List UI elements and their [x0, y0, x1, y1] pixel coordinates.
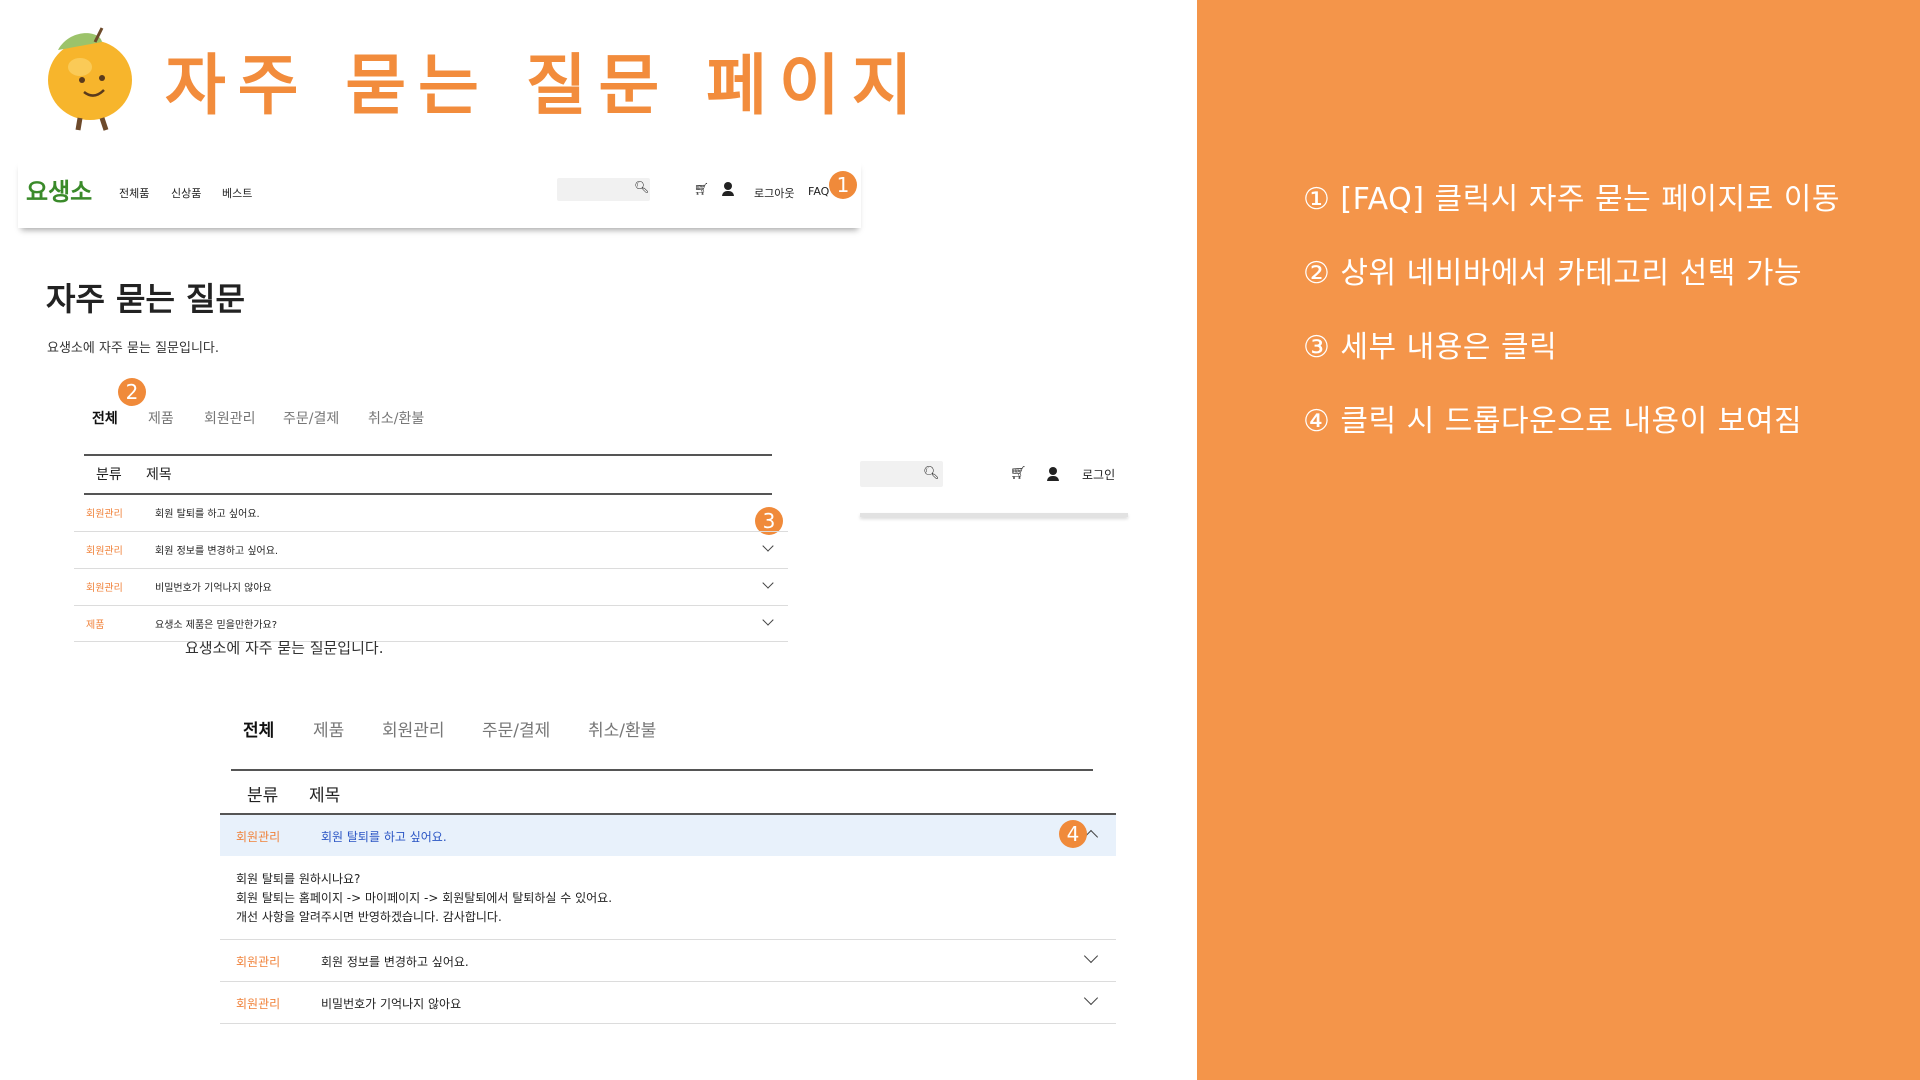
faq-row-expanded[interactable]: 회원관리 회원 탈퇴를 하고 싶어요. — [220, 815, 1116, 856]
tab-products[interactable]: 제품 — [313, 716, 344, 741]
chevron-down-icon[interactable] — [762, 577, 774, 589]
faq-row-2[interactable]: 회원관리 회원 정보를 변경하고 싶어요. — [74, 531, 788, 568]
faq-heading: 자주 묻는 질문 — [46, 280, 245, 318]
row-category: 회원관리 — [86, 509, 123, 520]
note-4: ④ 클릭 시 드롭다운으로 내용이 보여짐 — [1303, 404, 1803, 439]
user-icon-body — [1047, 476, 1059, 481]
tab-refund[interactable]: 취소/환불 — [588, 716, 656, 741]
tab-orders[interactable]: 주문/결제 — [283, 408, 339, 428]
note-2: ② 상위 네비바에서 카테고리 선택 가능 — [1303, 256, 1803, 291]
faq-row-1[interactable]: 회원관리 회원 탈퇴를 하고 싶어요. — [74, 494, 788, 531]
note-3: ③ 세부 내용은 클릭 — [1303, 330, 1558, 365]
answer-line-3: 개선 사항을 알려주시면 반영하겠습니다. 감사합니다. — [236, 910, 502, 924]
answer-line-1: 회원 탈퇴를 원하시나요? — [236, 872, 361, 886]
tab-all[interactable]: 전체 — [92, 408, 118, 428]
user-icon-body — [722, 191, 734, 196]
user-icon[interactable] — [724, 182, 732, 190]
chevron-down-icon[interactable] — [1083, 990, 1099, 1006]
nav-new-products[interactable]: 신상품 — [171, 185, 201, 201]
faq-row-3-large[interactable]: 회원관리 비밀번호가 기억나지 않아요 — [220, 982, 1116, 1023]
search-icon[interactable]: 🔍︎ — [923, 466, 940, 481]
faq-row-3[interactable]: 회원관리 비밀번호가 기억나지 않아요 — [74, 568, 788, 605]
faq-row-2-large[interactable]: 회원관리 회원 정보를 변경하고 싶어요. — [220, 940, 1116, 981]
row-title: 요생소 제품은 믿을만한가요? — [155, 620, 278, 631]
notes-panel: ① [FAQ] 클릭시 자주 묻는 페이지로 이동 ② 상위 네비바에서 카테고… — [1197, 0, 1920, 1080]
note-1: ① [FAQ] 클릭시 자주 묻는 페이지로 이동 — [1303, 182, 1840, 217]
tab-orders[interactable]: 주문/결제 — [482, 716, 550, 741]
row-category: 회원관리 — [86, 546, 123, 557]
cart-icon[interactable]: 🛒︎ — [694, 182, 709, 196]
search-icon[interactable]: 🔍︎ — [634, 180, 649, 194]
orange-mascot-icon — [48, 27, 132, 131]
row-title: 비밀번호가 기억나지 않아요 — [155, 583, 272, 594]
chevron-down-icon[interactable] — [762, 540, 774, 552]
col-category: 분류 — [96, 467, 122, 483]
faq-subheading-clipped: 요생소에 자주 묻는 질문입니다. — [185, 641, 384, 655]
row-category: 회원관리 — [236, 830, 281, 844]
tab-products[interactable]: 제품 — [148, 408, 174, 428]
tab-all[interactable]: 전체 — [243, 716, 274, 741]
user-icon[interactable] — [1049, 467, 1057, 475]
table-top-border — [84, 454, 772, 456]
tab-refund[interactable]: 취소/환불 — [368, 408, 424, 428]
nav-all-products[interactable]: 전체품 — [119, 185, 149, 201]
answer-line-2: 회원 탈퇴는 홈페이지 -> 마이페이지 -> 회원탈퇴에서 탈퇴하실 수 있어… — [236, 891, 613, 905]
faq-link[interactable]: FAQ — [808, 185, 829, 198]
login-link[interactable]: 로그인 — [1082, 466, 1115, 483]
tab-members[interactable]: 회원관리 — [382, 716, 445, 741]
logout-link[interactable]: 로그아웃 — [754, 185, 794, 201]
chevron-down-icon[interactable] — [762, 614, 774, 626]
header-shadow-bar — [860, 513, 1128, 517]
badge-1: 1 — [829, 171, 857, 199]
chevron-down-icon[interactable] — [1083, 948, 1099, 964]
row-title: 회원 정보를 변경하고 싶어요. — [155, 546, 279, 557]
badge-4: 4 — [1059, 820, 1087, 848]
row-title: 회원 탈퇴를 하고 싶어요. — [155, 509, 260, 520]
slide-title: 자주 묻는 질문 페이지 — [165, 47, 925, 124]
faq-row-4[interactable]: 제품 요생소 제품은 믿을만한가요? — [74, 605, 788, 641]
table-top-border — [231, 769, 1093, 771]
row-category: 회원관리 — [236, 997, 281, 1011]
row-category: 제품 — [86, 620, 105, 631]
row-divider — [220, 1023, 1116, 1024]
faq-subheading: 요생소에 자주 묻는 질문입니다. — [47, 341, 220, 356]
faq-answer: 회원 탈퇴를 원하시나요? 회원 탈퇴는 홈페이지 -> 마이페이지 -> 회원… — [236, 870, 612, 927]
cart-icon[interactable]: 🛒︎ — [1010, 466, 1027, 481]
col-title: 제목 — [146, 467, 172, 483]
row-category: 회원관리 — [86, 583, 123, 594]
row-title: 회원 탈퇴를 하고 싶어요. — [321, 830, 447, 844]
row-category: 회원관리 — [236, 955, 281, 969]
badge-2: 2 — [118, 378, 146, 406]
tab-members[interactable]: 회원관리 — [204, 408, 256, 428]
site-header-screenshot: 요생소 전체품 신상품 베스트 🔍︎ 🛒︎ 로그아웃 FAQ — [18, 160, 861, 228]
col-title: 제목 — [309, 786, 341, 806]
col-category: 분류 — [247, 786, 279, 806]
row-title: 회원 정보를 변경하고 싶어요. — [321, 955, 469, 969]
nav-best[interactable]: 베스트 — [222, 185, 252, 201]
row-title: 비밀번호가 기억나지 않아요 — [321, 997, 462, 1011]
site-logo[interactable]: 요생소 — [26, 172, 92, 207]
